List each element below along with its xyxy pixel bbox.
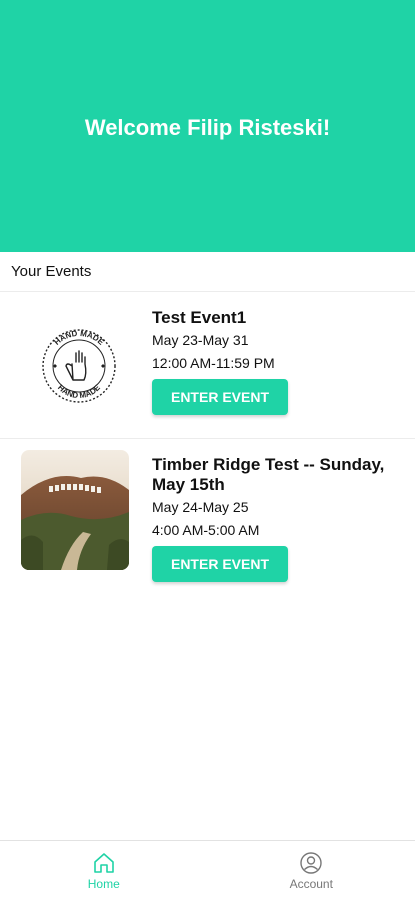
enter-event-button[interactable]: ENTER EVENT xyxy=(152,546,288,582)
event-info: Timber Ridge Test -- Sunday, May 15th Ma… xyxy=(152,455,402,582)
nav-item-home[interactable]: Home xyxy=(0,841,208,900)
event-time: 12:00 AM-11:59 PM xyxy=(152,355,275,371)
event-info: Test Event1 May 23-May 31 12:00 AM-11:59… xyxy=(152,308,402,415)
event-time: 4:00 AM-5:00 AM xyxy=(152,522,260,538)
event-dates: May 23-May 31 xyxy=(152,332,249,348)
event-thumbnail xyxy=(21,450,129,570)
event-card[interactable]: HAND MADE HAND MADE Test Event1 May 23-M… xyxy=(0,292,415,439)
event-dates: May 24-May 25 xyxy=(152,499,249,515)
section-title: Your Events xyxy=(11,263,92,280)
nav-label-home: Home xyxy=(87,877,120,891)
welcome-title: Welcome Filip Risteski! xyxy=(84,115,331,140)
event-thumbnail: HAND MADE HAND MADE xyxy=(21,306,129,426)
account-icon xyxy=(300,852,322,874)
nav-item-account[interactable]: Account xyxy=(208,841,415,900)
bottom-navigation: Home Account xyxy=(0,840,415,900)
nav-label-account: Account xyxy=(289,877,333,891)
event-title: Timber Ridge Test -- Sunday, May 15th xyxy=(152,455,385,494)
welcome-banner: Welcome Filip Risteski! xyxy=(0,0,415,252)
stamp-text-top: HAND MADE xyxy=(52,329,106,347)
home-icon xyxy=(93,853,114,873)
hand-made-stamp-logo: HAND MADE HAND MADE xyxy=(42,329,116,403)
svg-text:HAND MADE: HAND MADE xyxy=(52,329,106,347)
hollywood-sign-photo xyxy=(21,450,129,570)
enter-event-button[interactable]: ENTER EVENT xyxy=(152,379,288,415)
event-title: Test Event1 xyxy=(152,308,247,327)
event-card[interactable]: Timber Ridge Test -- Sunday, May 15th Ma… xyxy=(0,439,415,597)
your-events-header: Your Events xyxy=(0,252,415,292)
